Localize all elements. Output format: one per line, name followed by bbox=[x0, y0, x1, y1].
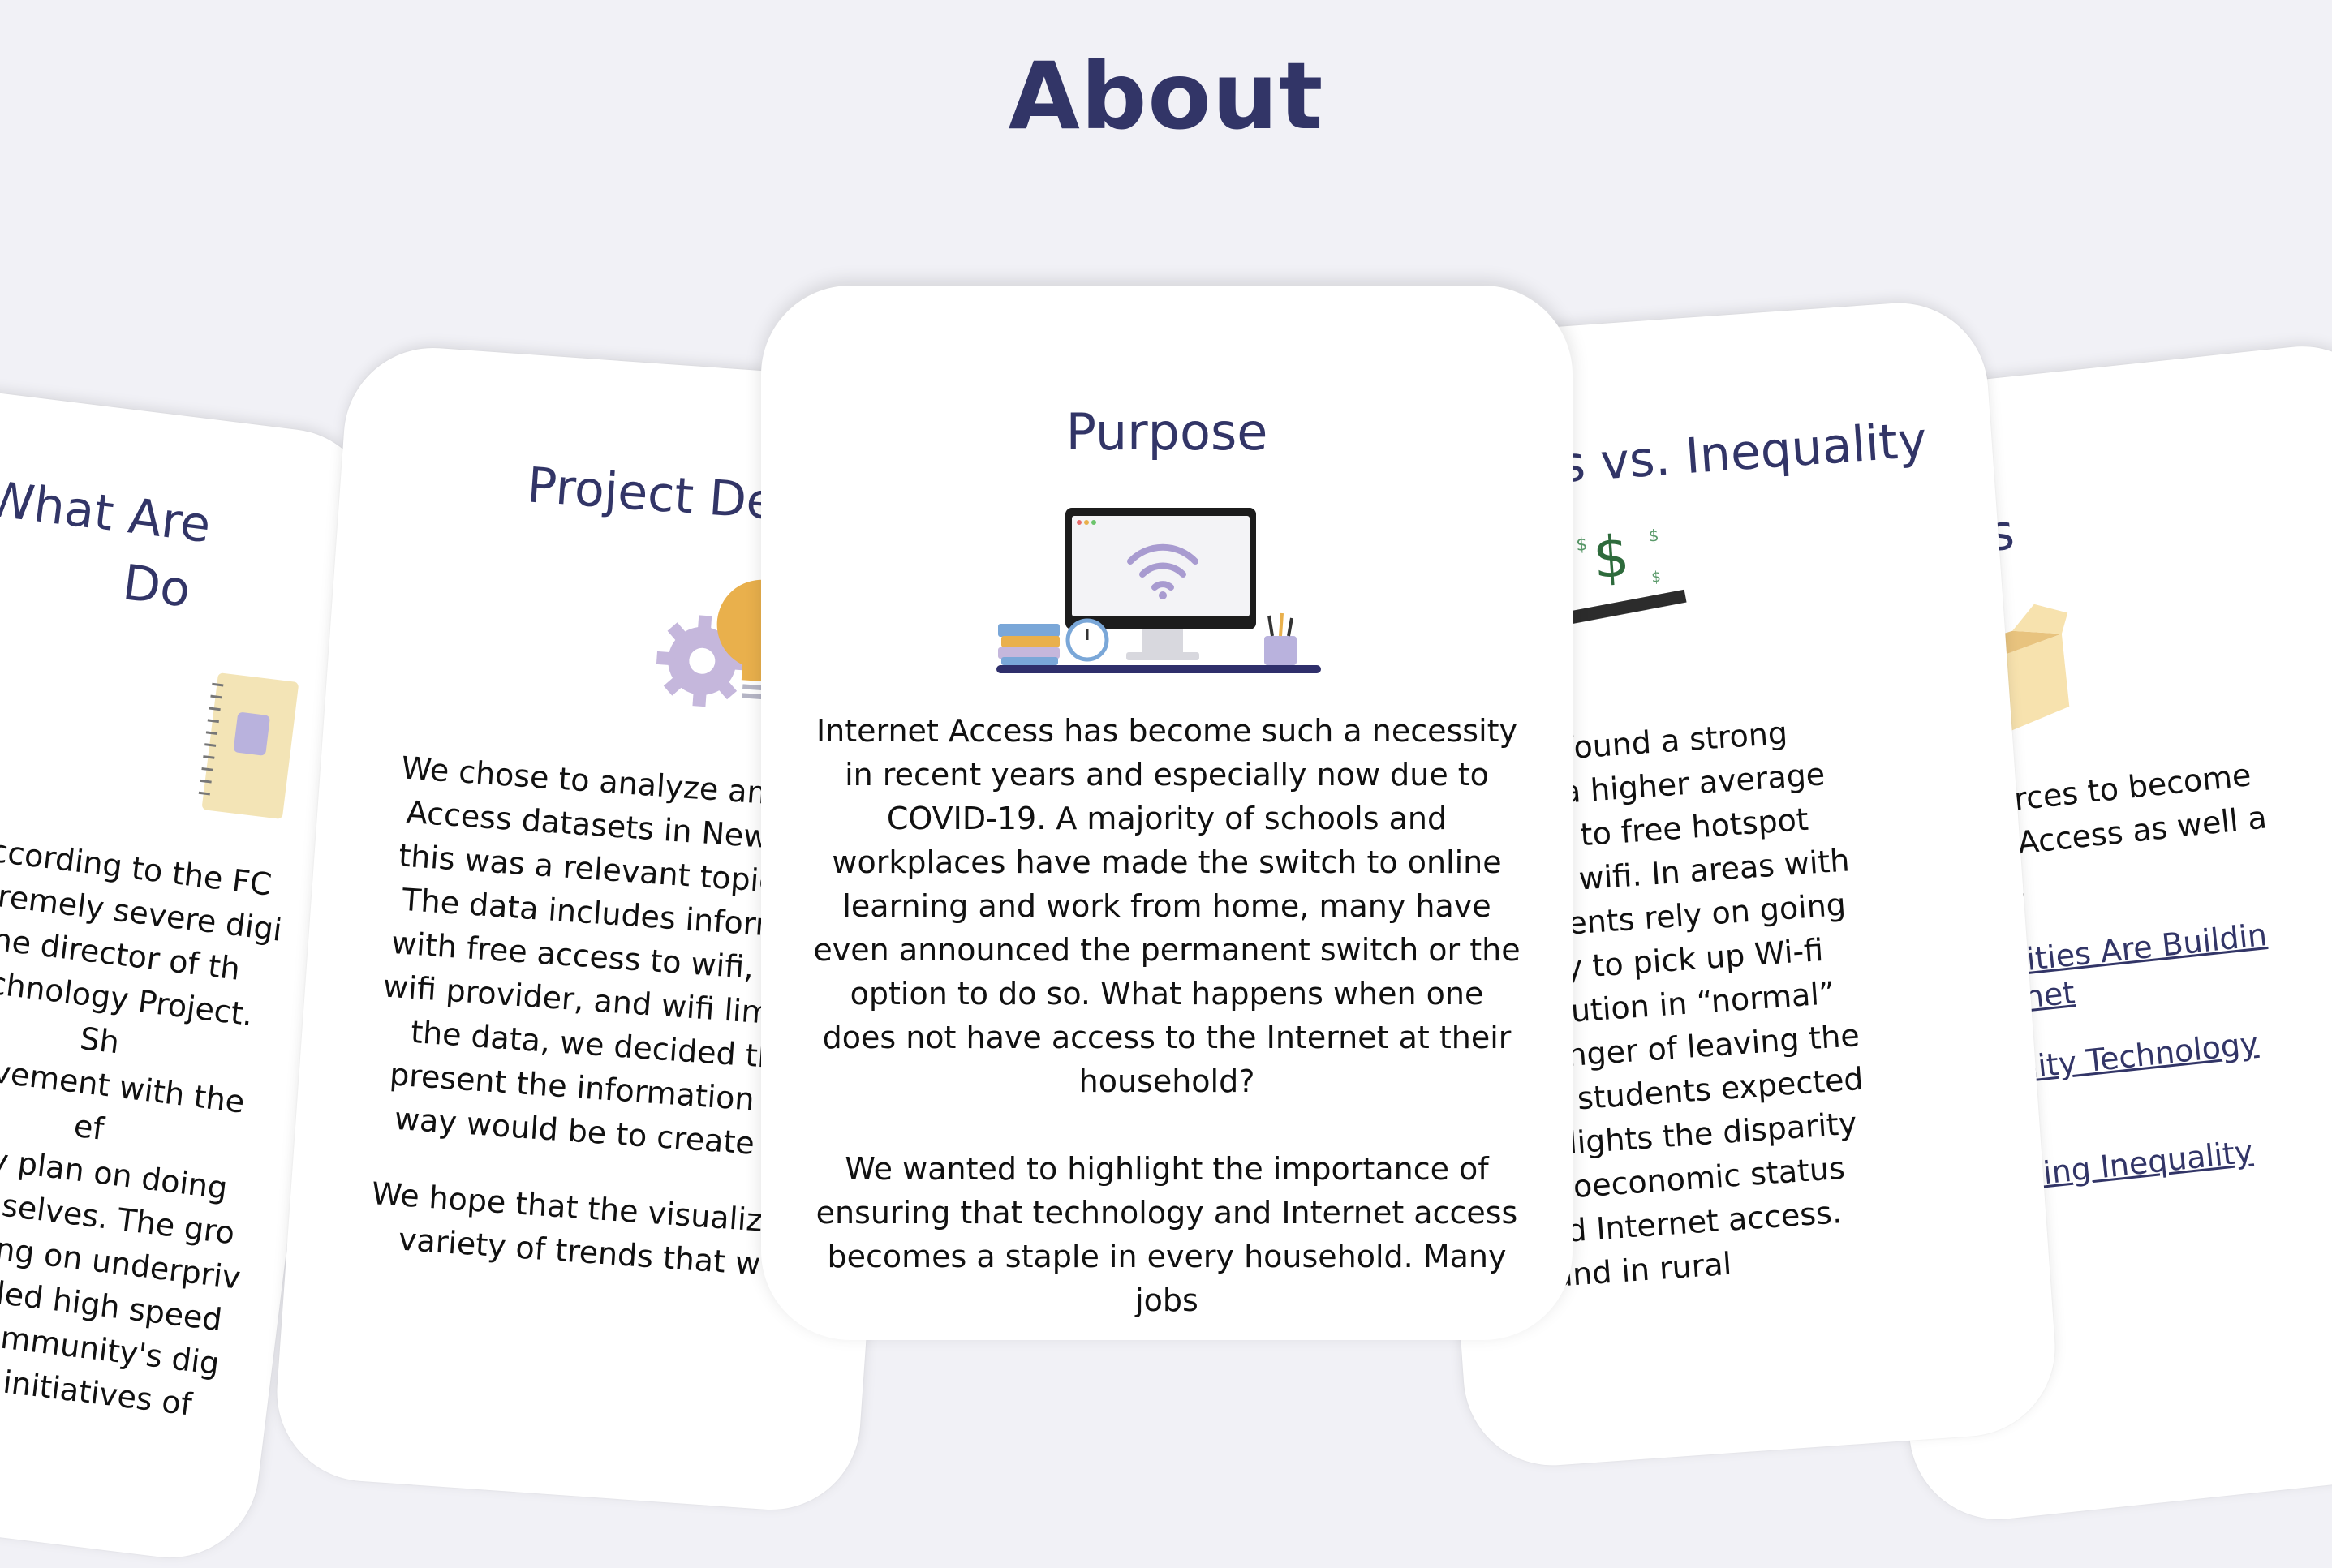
desktop-wifi-icon bbox=[996, 508, 1321, 673]
card-body: Internet Access has become such a necess… bbox=[761, 709, 1573, 1322]
card-body: According to the FC extremely severe dig… bbox=[0, 811, 293, 1431]
purpose-paragraph-1: Internet Access has become such a necess… bbox=[813, 713, 1521, 1099]
card-purpose[interactable]: Purpose Internet Access has become such … bbox=[761, 286, 1573, 1340]
page-title: About bbox=[1008, 42, 1324, 150]
svg-text:$: $ bbox=[1651, 569, 1662, 586]
svg-text:$: $ bbox=[1591, 522, 1632, 591]
svg-text:$: $ bbox=[1576, 535, 1589, 556]
purpose-paragraph-2: We wanted to highlight the importance of… bbox=[815, 1151, 1518, 1318]
card-title: Purpose bbox=[1065, 402, 1268, 462]
notebook-icon bbox=[198, 672, 299, 819]
svg-text:$: $ bbox=[1648, 526, 1659, 546]
